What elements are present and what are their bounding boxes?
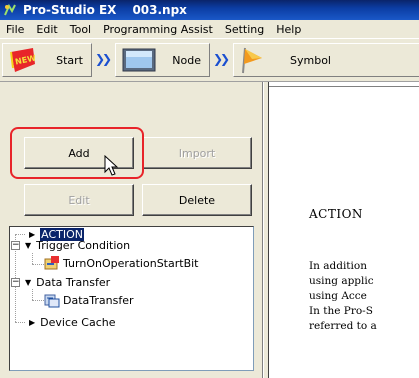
- add-button-highlight: [10, 127, 144, 179]
- collapse-toggle[interactable]: −: [11, 278, 20, 287]
- menu-tool[interactable]: Tool: [64, 23, 97, 36]
- collapse-toggle[interactable]: −: [11, 241, 20, 250]
- menu-file[interactable]: File: [0, 23, 30, 36]
- tree-connector: [15, 322, 25, 323]
- tree-item-data-transfer[interactable]: ▼ Data Transfer: [25, 275, 110, 289]
- document-line: using Acce: [309, 290, 367, 302]
- title-bar: Pro-Studio EX 003.npx: [0, 0, 419, 20]
- tree-item-label: Data Transfer: [36, 275, 111, 289]
- tree-item-label: DataTransfer: [63, 293, 134, 307]
- bit-action-icon: [44, 255, 60, 271]
- start-button[interactable]: NEW Start: [2, 43, 92, 77]
- symbol-label: Symbol: [290, 53, 331, 67]
- triangle-right-icon: ▶: [29, 317, 36, 327]
- node-button[interactable]: Node: [115, 43, 210, 77]
- tree-connector: [32, 300, 44, 301]
- tree-item-device-cache[interactable]: ▶ Device Cache: [29, 315, 115, 329]
- menu-bar: File Edit Tool Programming Assist Settin…: [0, 20, 419, 38]
- delete-button[interactable]: Delete: [142, 184, 252, 216]
- tree-view[interactable]: ▶ ACTION − ▼ Trigger Condition TurnOnOpe…: [9, 226, 254, 371]
- flag-icon: [240, 46, 266, 77]
- menu-programming-assist[interactable]: Programming Assist: [97, 23, 219, 36]
- tree-item-turn-on-operation-start-bit[interactable]: TurnOnOperationStartBit: [44, 256, 198, 270]
- document-paragraph: In addition using applic using Acce In t…: [309, 259, 377, 334]
- triangle-down-icon: ▼: [25, 277, 32, 287]
- data-transfer-icon: [44, 292, 60, 308]
- document-heading: ACTION: [309, 207, 363, 221]
- document-line: In the Pro-S: [309, 305, 373, 317]
- file-name: 003.npx: [132, 3, 187, 17]
- symbol-button[interactable]: Symbol: [233, 43, 419, 77]
- document-line: using applic: [309, 275, 374, 287]
- import-button[interactable]: Import: [142, 137, 252, 169]
- tree-item-label: Device Cache: [40, 315, 116, 329]
- help-document-pane: ACTION In addition using applic using Ac…: [269, 86, 419, 378]
- document-line: In addition: [309, 260, 367, 272]
- menu-setting[interactable]: Setting: [219, 23, 270, 36]
- next-arrow-icon: ❯❯: [213, 52, 230, 66]
- tree-item-label: TurnOnOperationStartBit: [63, 256, 199, 270]
- mouse-cursor-icon: [104, 154, 119, 180]
- menu-edit[interactable]: Edit: [30, 23, 63, 36]
- tree-connector: [32, 253, 33, 264]
- tree-connector: [32, 289, 33, 300]
- node-label: Node: [172, 53, 201, 67]
- tree-item-trigger-condition[interactable]: ▼ Trigger Condition: [25, 238, 130, 252]
- app-icon: [3, 3, 17, 17]
- next-arrow-icon: ❯❯: [95, 52, 112, 66]
- monitor-icon: [122, 48, 156, 77]
- menu-help[interactable]: Help: [270, 23, 307, 36]
- app-title: Pro-Studio EX: [23, 3, 117, 17]
- tree-item-label: Trigger Condition: [36, 238, 131, 252]
- tree-item-data-transfer-child[interactable]: DataTransfer: [44, 292, 134, 308]
- triangle-down-icon: ▼: [25, 240, 32, 250]
- toolbar: NEW Start ❯❯ Node ❯❯ Symbol: [0, 38, 419, 82]
- new-badge-icon: NEW: [9, 46, 37, 77]
- tree-connector: [15, 234, 25, 235]
- edit-button[interactable]: Edit: [24, 184, 134, 216]
- document-line: referred to a: [309, 320, 377, 332]
- tree-connector: [32, 264, 44, 265]
- start-label: Start: [56, 53, 83, 67]
